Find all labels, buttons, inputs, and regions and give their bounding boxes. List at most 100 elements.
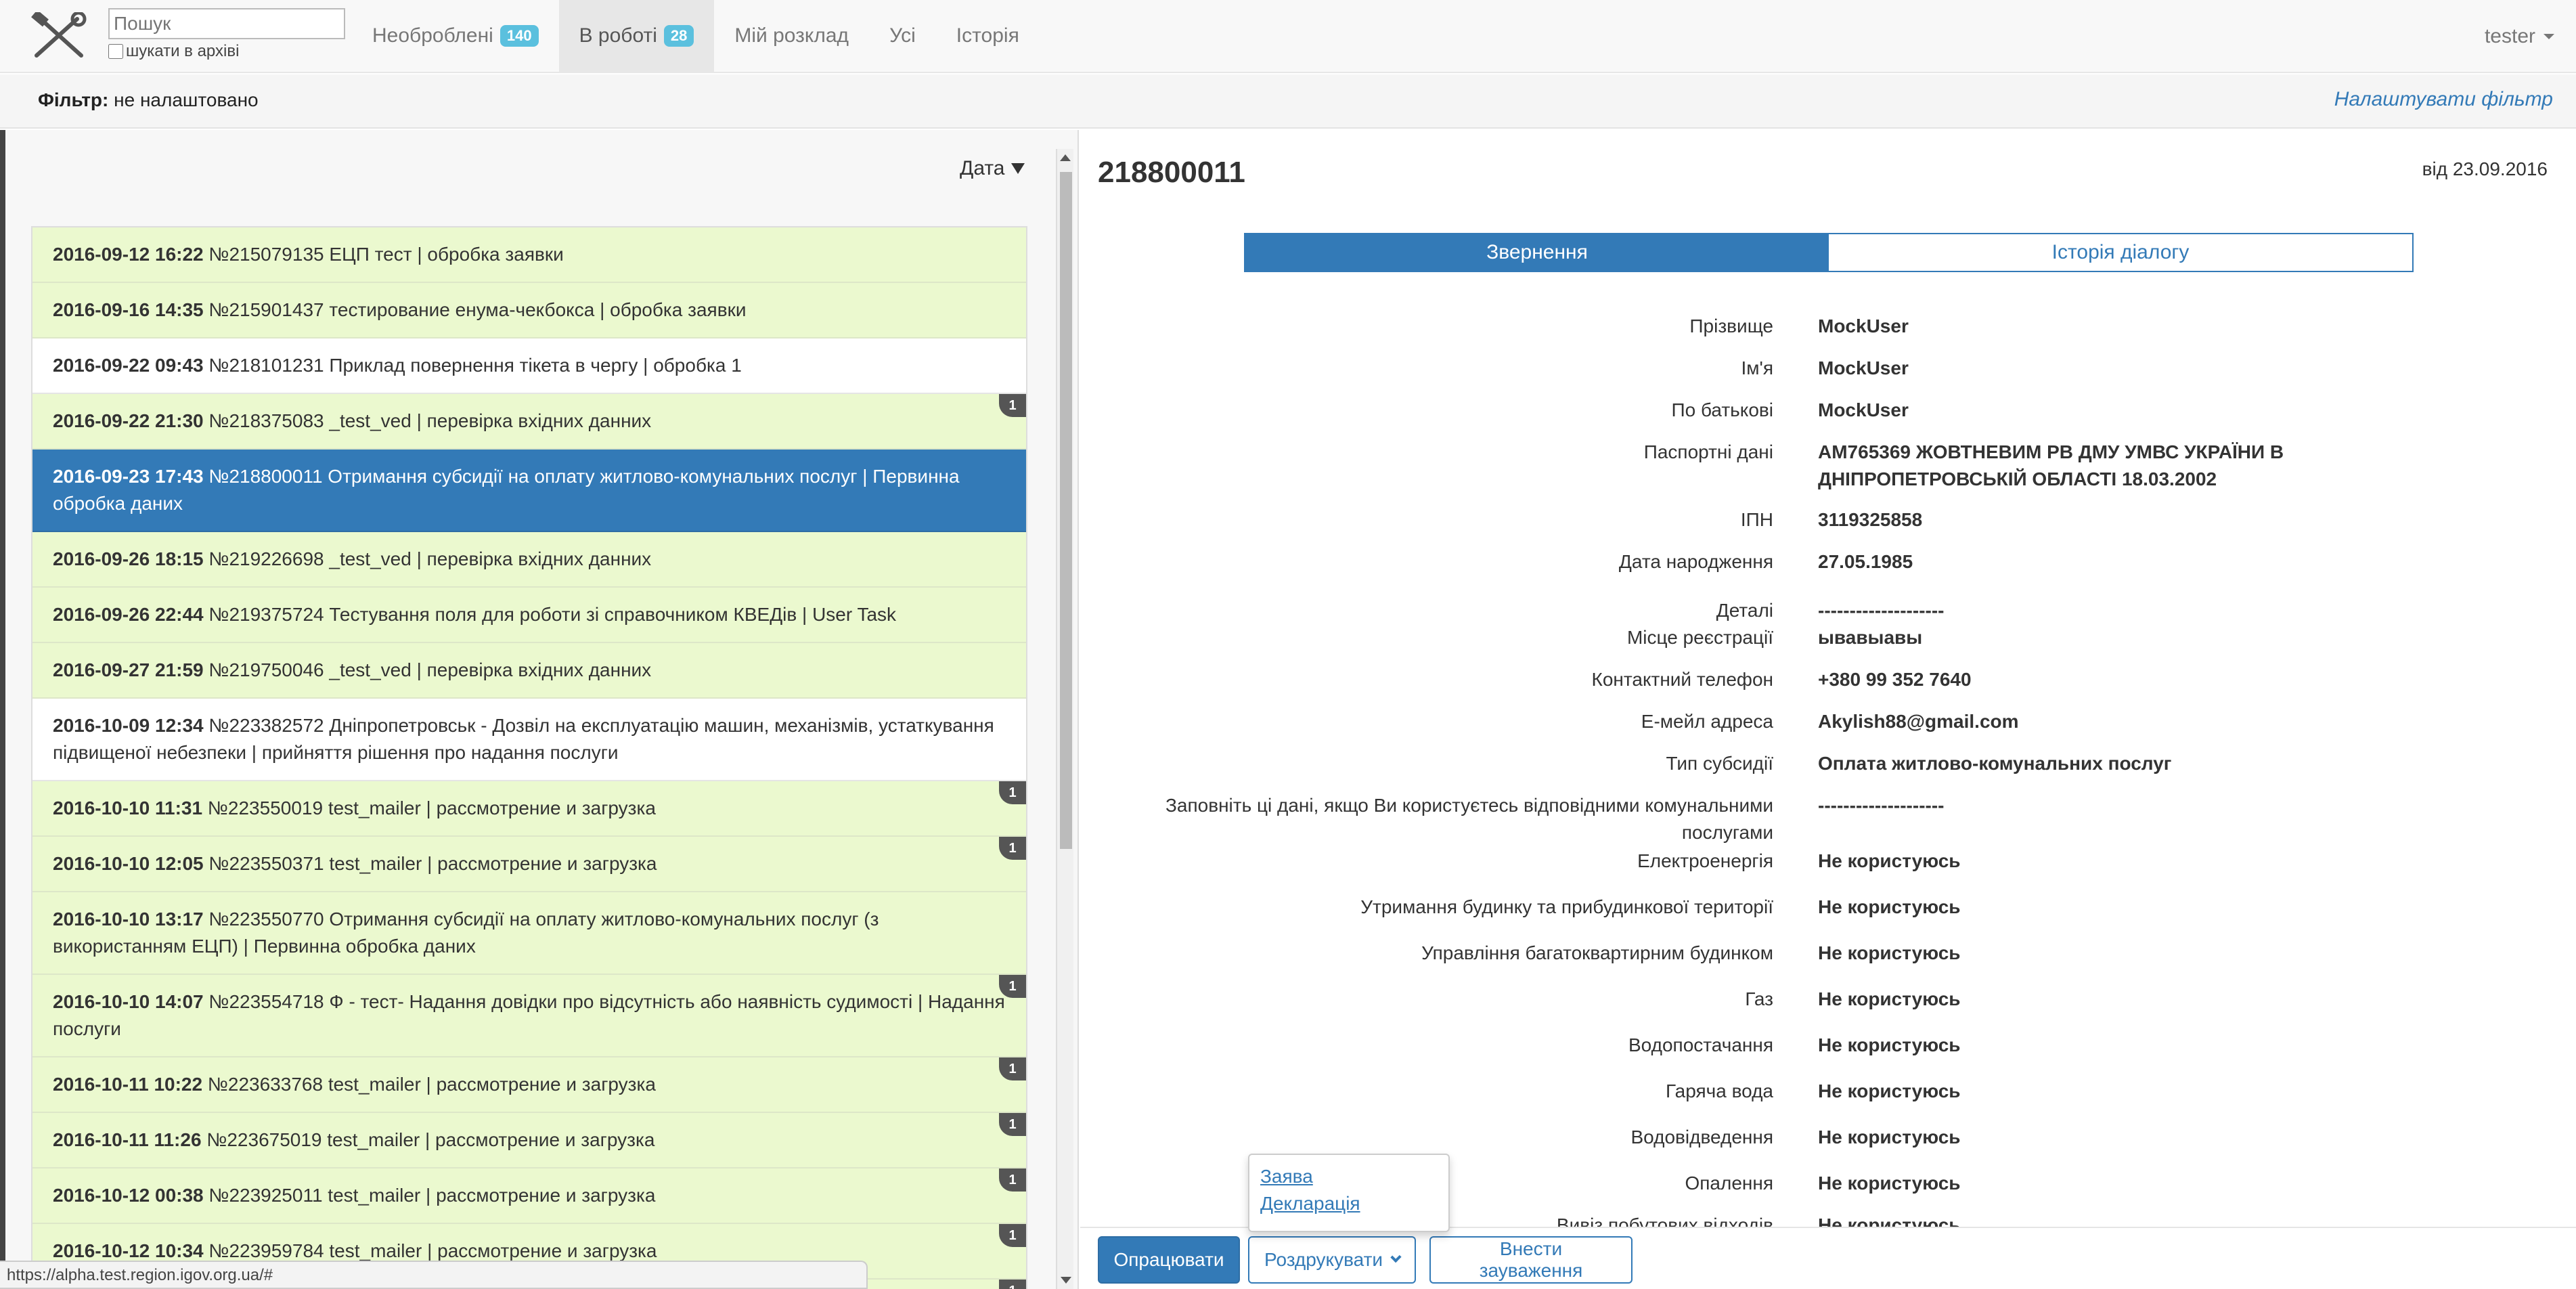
field-label: Деталі — [1716, 600, 1773, 621]
print-menu-item-application[interactable]: Заява — [1260, 1163, 1438, 1190]
task-list-item[interactable]: 2016-09-16 14:35 №215901437 тестирование… — [32, 283, 1026, 338]
task-title: №219226698 _test_ved | перевірка вхідних… — [208, 548, 652, 569]
task-title: №215901437 тестирование енума-чекбокса |… — [208, 299, 747, 320]
sort-label: Дата — [960, 157, 1005, 179]
task-list-item[interactable]: 2016-10-11 11:26 №223675019 test_mailer … — [32, 1113, 1026, 1168]
field-label: ІПН — [1740, 509, 1773, 530]
field-label: Електроенергія — [1637, 850, 1773, 871]
search-input[interactable] — [108, 8, 345, 39]
field-value: ывавыавы — [1818, 627, 1923, 648]
field-label: Водопостачання — [1628, 1034, 1773, 1055]
task-list-item[interactable]: 2016-09-22 21:30 №218375083 _test_ved | … — [32, 394, 1026, 450]
add-remark-button[interactable]: Внести зауваження — [1429, 1236, 1633, 1284]
task-title: №223925011 test_mailer | рассмотрение и … — [208, 1185, 656, 1206]
chevron-down-icon — [1390, 1251, 1402, 1263]
field-label: Гаряча вода — [1666, 1080, 1773, 1101]
configure-filter-link[interactable]: Налаштувати фільтр — [2334, 88, 2553, 111]
top-navbar: шукати в архіві Необроблені 140 В роботі… — [0, 0, 2576, 73]
filter-value: не налаштовано — [114, 89, 259, 110]
user-menu[interactable]: tester — [2485, 0, 2554, 73]
field-value: -------------------- — [1818, 795, 1945, 816]
task-title: №223675019 test_mailer | рассмотрение и … — [206, 1129, 655, 1150]
field-value: Не користуюсь — [1818, 1034, 1961, 1055]
tab-history[interactable]: Історія — [936, 0, 1040, 72]
task-number: 218800011 — [1098, 156, 1245, 189]
message-count-badge: 1 — [999, 1224, 1026, 1247]
scroll-up-icon[interactable] — [1060, 154, 1071, 161]
tab-all-label: Усі — [889, 24, 916, 47]
task-date: 2016-09-16 14:35 — [53, 299, 204, 320]
task-date: 2016-10-10 14:07 — [53, 991, 204, 1012]
tab-all[interactable]: Усі — [869, 0, 936, 72]
main-tabs: Необроблені 140 В роботі 28 Мій розклад … — [352, 0, 1040, 72]
task-list-item[interactable]: 2016-10-12 00:38 №223925011 test_mailer … — [32, 1168, 1026, 1224]
action-bar: Опрацювати Роздрукувати Внести зауваженн… — [1080, 1227, 2576, 1289]
task-list-item[interactable]: 2016-10-10 13:17 №223550770 Отримання су… — [32, 892, 1026, 975]
process-button[interactable]: Опрацювати — [1098, 1236, 1240, 1284]
task-list-item[interactable]: 2016-10-09 12:34 №223382572 Дніпропетров… — [32, 699, 1026, 781]
tab-unprocessed[interactable]: Необроблені 140 — [352, 0, 559, 72]
tab-request[interactable]: Звернення — [1245, 234, 1829, 271]
task-list-item[interactable]: 2016-09-22 09:43 №218101231 Приклад пове… — [32, 338, 1026, 394]
filter-status: Фільтр: не налаштовано — [38, 89, 259, 111]
task-title: №218375083 _test_ved | перевірка вхідних… — [208, 410, 652, 431]
task-list-item[interactable]: 2016-09-27 21:59 №219750046 _test_ved | … — [32, 643, 1026, 699]
caret-down-icon — [2544, 34, 2554, 39]
field-value: 27.05.1985 — [1818, 551, 1913, 572]
tab-dialog-history[interactable]: Історія діалогу — [1829, 234, 2412, 271]
task-date: 2016-10-10 11:31 — [53, 798, 203, 818]
username: tester — [2484, 25, 2535, 47]
task-detail-panel: 218800011 від 23.09.2016 Звернення Істор… — [1080, 130, 2576, 1289]
task-list-item[interactable]: 2016-10-10 14:07 №223554718 Ф - тест- На… — [32, 975, 1026, 1057]
archive-label: шукати в архіві — [126, 42, 240, 60]
task-list-item[interactable]: 2016-09-26 22:44 №219375724 Тестування п… — [32, 588, 1026, 643]
tab-my-schedule-label: Мій розклад — [734, 24, 849, 47]
task-list-item[interactable]: 2016-09-12 16:22 №215079135 ЕЦП тест | о… — [32, 227, 1026, 283]
print-button[interactable]: Роздрукувати — [1248, 1236, 1416, 1284]
task-date: 2016-10-10 12:05 — [53, 853, 204, 874]
task-title: №223550019 test_mailer | рассмотрение и … — [207, 798, 656, 818]
task-list-item[interactable]: 2016-09-23 17:43 №218800011 Отримання су… — [32, 450, 1026, 532]
archive-checkbox-label[interactable]: шукати в архіві — [108, 42, 345, 61]
task-title: №219375724 Тестування поля для роботи зі… — [208, 604, 897, 625]
tools-logo-icon[interactable] — [30, 12, 88, 62]
task-date: 2016-09-22 21:30 — [53, 410, 204, 431]
task-list-item[interactable]: 2016-09-26 18:15 №219226698 _test_ved | … — [32, 532, 1026, 588]
message-count-badge: 1 — [999, 1168, 1026, 1192]
archive-checkbox[interactable] — [108, 44, 123, 59]
task-list-item[interactable]: 2016-10-10 11:31 №223550019 test_mailer … — [32, 781, 1026, 837]
task-title: №215079135 ЕЦП тест | обробка заявки — [208, 244, 564, 265]
field-value: Не користуюсь — [1818, 942, 1961, 963]
sort-desc-icon — [1011, 163, 1025, 174]
task-date: 2016-09-27 21:59 — [53, 659, 204, 680]
field-value: 3119325858 — [1818, 509, 1923, 530]
field-label: Тип субсидії — [1666, 753, 1773, 774]
field-label: Управління багатоквартирним будинком — [1421, 942, 1773, 963]
field-label: Е-мейл адреса — [1641, 711, 1773, 732]
task-list-scrollbar[interactable] — [1056, 149, 1073, 1289]
print-dropdown-menu: Заява Декларація — [1248, 1154, 1450, 1232]
message-count-badge: 1 — [999, 1280, 1026, 1289]
field-value: MockUser — [1818, 315, 1909, 336]
in-progress-count-badge: 28 — [663, 25, 694, 47]
tab-in-progress[interactable]: В роботі 28 — [558, 0, 715, 72]
scroll-thumb[interactable] — [1060, 172, 1072, 849]
task-date: 2016-09-22 09:43 — [53, 355, 204, 376]
task-list-item[interactable]: 2016-10-10 12:05 №223550371 test_mailer … — [32, 837, 1026, 892]
field-value: Не користуюсь — [1818, 1080, 1961, 1101]
field-value: Не користуюсь — [1818, 988, 1961, 1009]
message-count-badge: 1 — [999, 975, 1026, 998]
sort-by-date-button[interactable]: Дата — [960, 157, 1025, 180]
task-date: 2016-10-10 13:17 — [53, 909, 204, 930]
print-menu-item-declaration[interactable]: Декларація — [1260, 1190, 1438, 1217]
task-date: 2016-10-11 10:22 — [53, 1074, 203, 1095]
field-value: MockUser — [1818, 399, 1909, 420]
scroll-down-icon[interactable] — [1061, 1277, 1071, 1284]
field-value: Не користуюсь — [1818, 896, 1961, 917]
message-count-badge: 1 — [999, 781, 1026, 804]
search-area: шукати в архіві — [108, 8, 345, 61]
window-edge — [0, 130, 5, 1289]
tab-my-schedule[interactable]: Мій розклад — [714, 0, 869, 72]
task-list-item[interactable]: 2016-10-11 10:22 №223633768 test_mailer … — [32, 1057, 1026, 1113]
status-bar-url: https://alpha.test.region.igov.org.ua/# — [0, 1261, 868, 1289]
